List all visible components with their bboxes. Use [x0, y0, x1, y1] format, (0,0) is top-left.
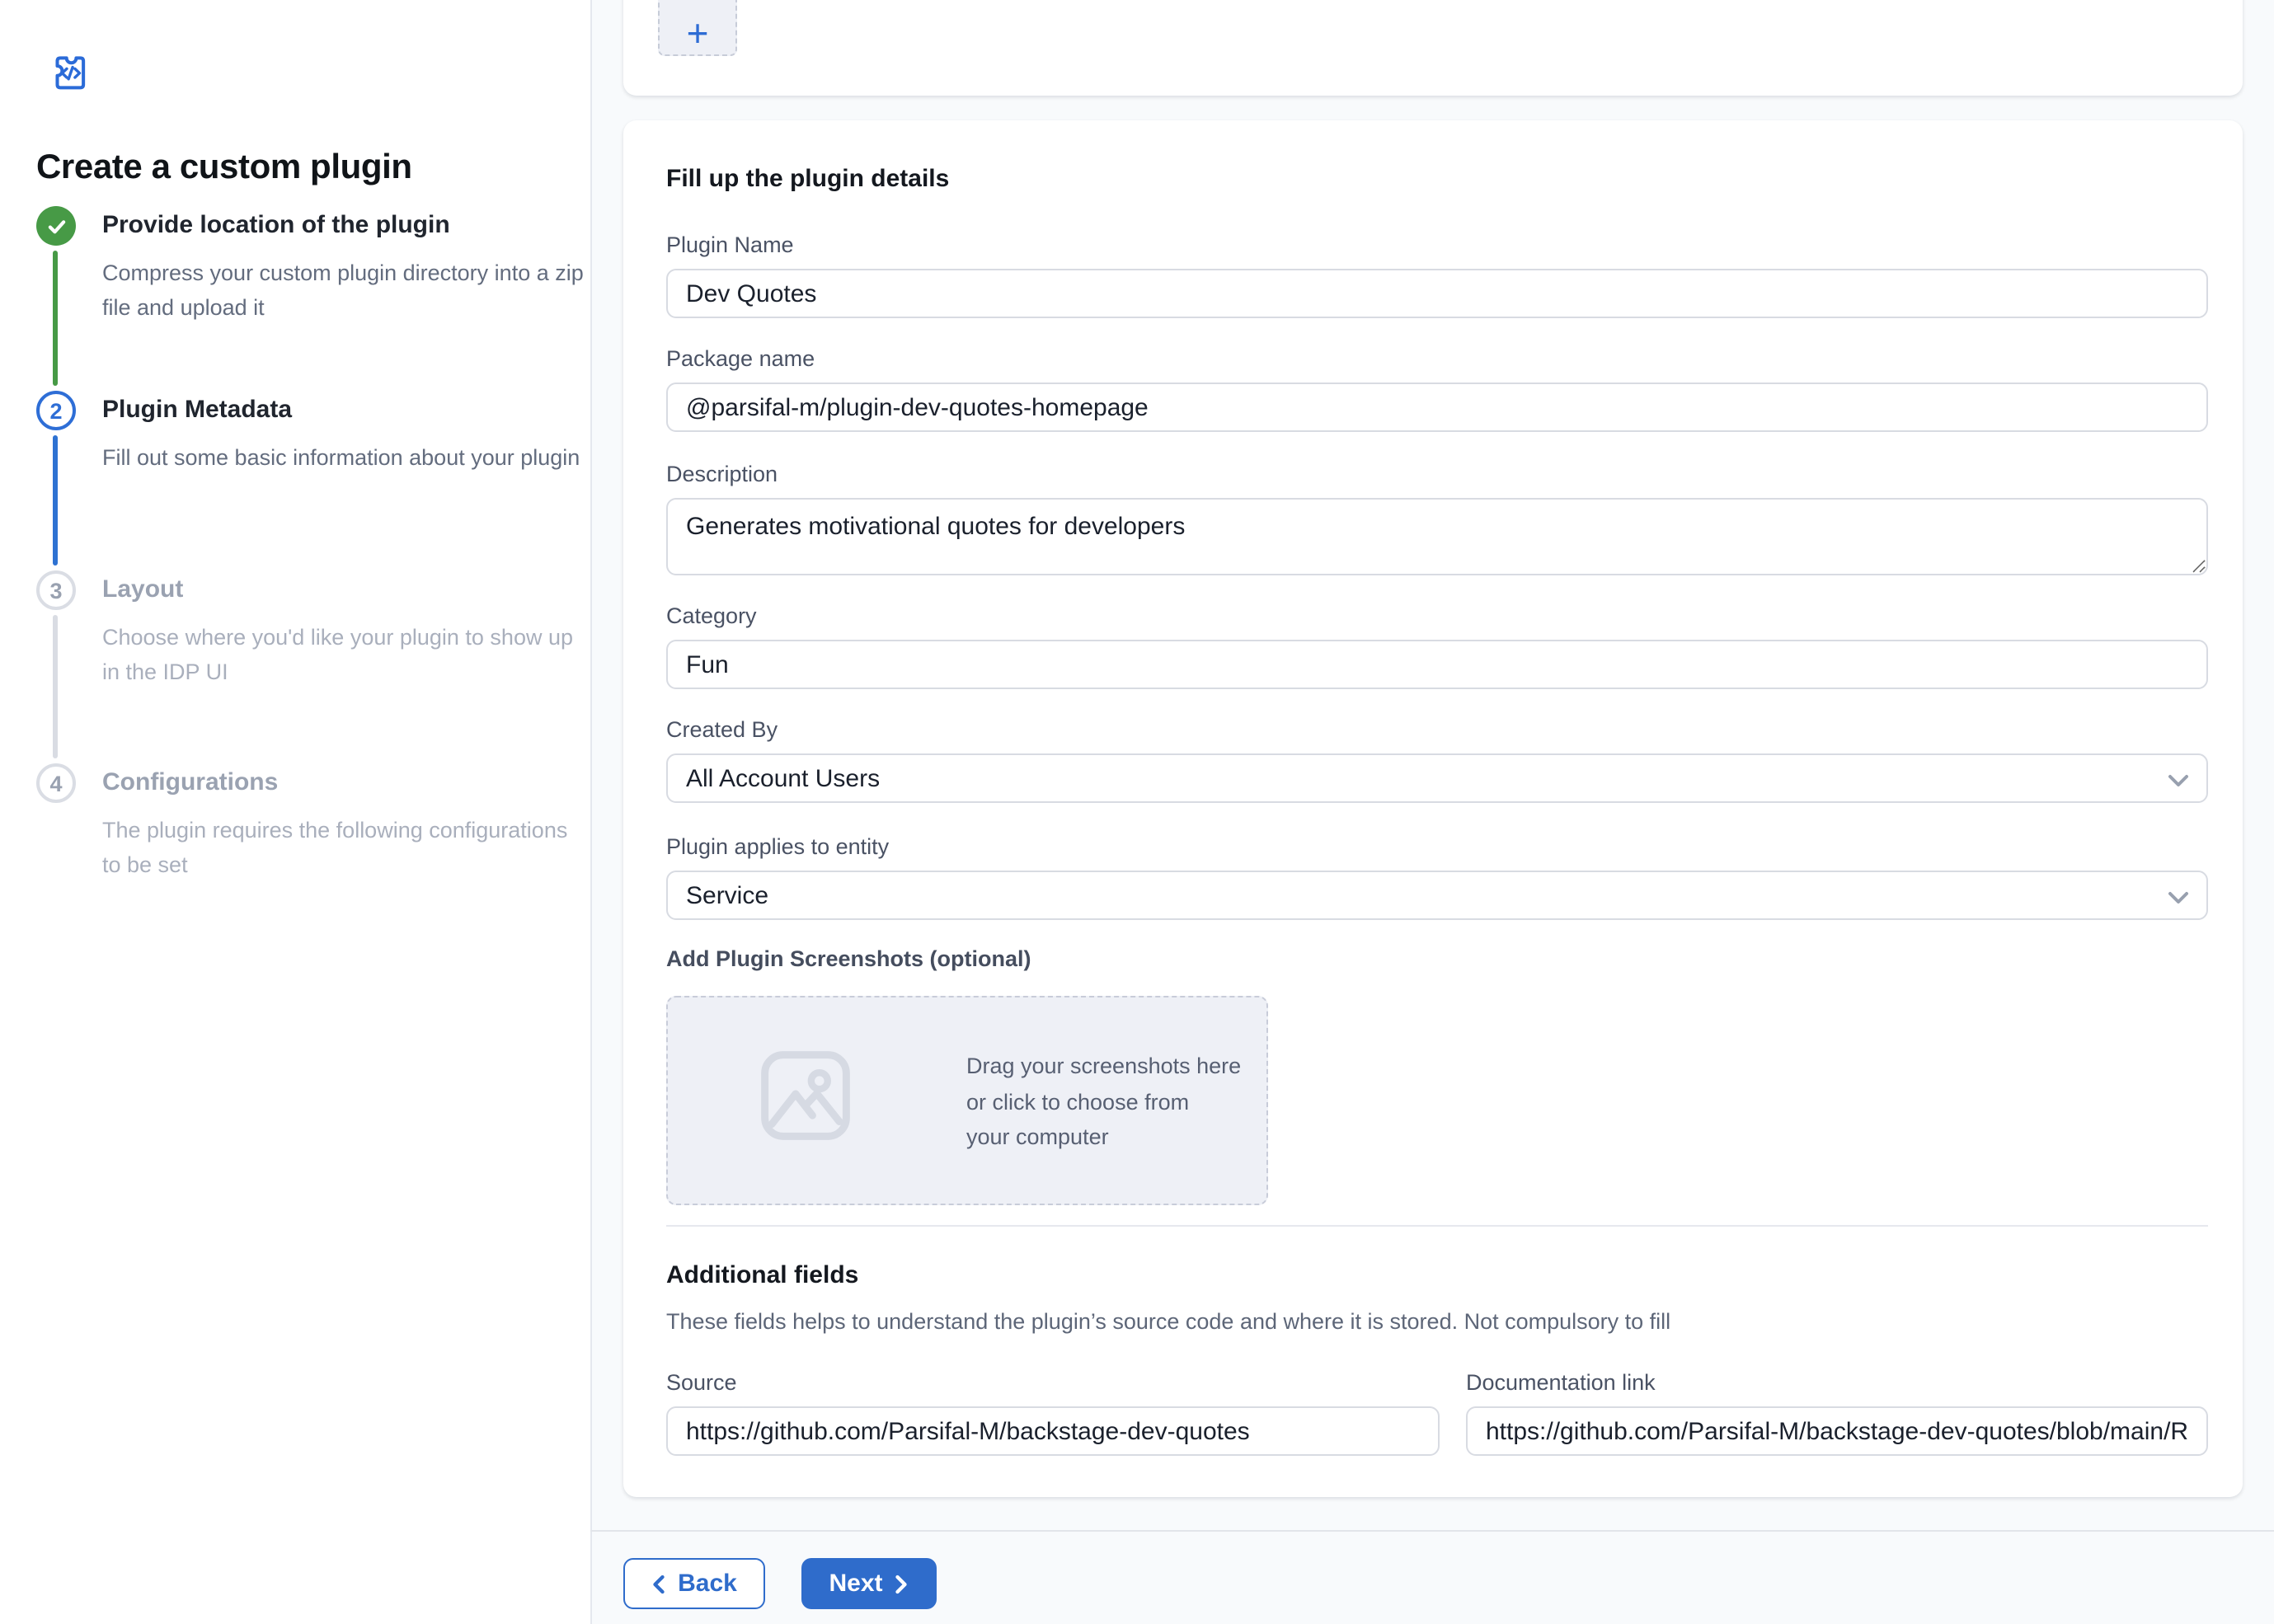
- source-label: Source: [666, 1370, 1440, 1396]
- created-by-select[interactable]: All Account Users: [666, 753, 2208, 803]
- section-divider: [666, 1225, 2208, 1227]
- created-by-field: Created By All Account Users: [666, 717, 2208, 803]
- step-2[interactable]: Plugin Metadata Fill out some basic info…: [102, 396, 590, 476]
- wizard-sidebar: Create a custom plugin Provide location …: [0, 0, 592, 1624]
- step-2-number: 2: [49, 398, 62, 423]
- dropzone-line-2: or click to choose from: [966, 1084, 1241, 1119]
- stepper-connector-upcoming: [53, 615, 57, 758]
- next-button[interactable]: Next: [801, 1558, 937, 1609]
- category-label: Category: [666, 603, 2208, 630]
- additional-fields-subtitle: These fields helps to understand the plu…: [666, 1307, 2208, 1335]
- check-icon: [44, 214, 68, 238]
- step-2-title: Plugin Metadata: [102, 396, 590, 425]
- back-button-label: Back: [678, 1570, 737, 1598]
- image-icon: [754, 1044, 857, 1148]
- plugin-name-input[interactable]: [666, 269, 2208, 318]
- back-button[interactable]: Back: [623, 1558, 765, 1609]
- chevron-left-icon: [651, 1572, 666, 1595]
- chevron-right-icon: [895, 1572, 909, 1595]
- package-name-field: Package name: [666, 346, 2208, 432]
- documentation-link-input[interactable]: [1466, 1406, 2208, 1456]
- dropzone-text: Drag your screenshots here or click to c…: [966, 1049, 1241, 1155]
- step-3-number: 3: [49, 578, 62, 603]
- created-by-label: Created By: [666, 717, 2208, 744]
- screenshots-label: Add Plugin Screenshots (optional): [666, 946, 2208, 973]
- step-4-indicator: 4: [36, 763, 76, 803]
- entity-label: Plugin applies to entity: [666, 834, 2208, 861]
- step-1-description: Compress your custom plugin directory in…: [102, 257, 590, 325]
- dropzone-line-1: Drag your screenshots here: [966, 1049, 1241, 1084]
- screenshot-dropzone[interactable]: Drag your screenshots here or click to c…: [666, 996, 1268, 1205]
- step-3-title: Layout: [102, 575, 590, 605]
- chevron-down-icon: [2167, 773, 2190, 788]
- page-title: Create a custom plugin: [36, 148, 564, 188]
- screenshots-field: Add Plugin Screenshots (optional): [666, 946, 2208, 983]
- step-2-description: Fill out some basic information about yo…: [102, 442, 590, 476]
- add-screenshot-tile[interactable]: +: [658, 0, 737, 56]
- chevron-down-icon: [2167, 890, 2190, 905]
- package-name-input[interactable]: [666, 383, 2208, 432]
- step-4[interactable]: Configurations The plugin requires the f…: [102, 768, 590, 882]
- form-heading: Fill up the plugin details: [666, 165, 949, 195]
- dropzone-line-3: your computer: [966, 1119, 1241, 1155]
- step-4-title: Configurations: [102, 768, 590, 798]
- documentation-link-field: Documentation link: [1466, 1370, 2208, 1456]
- created-by-value: All Account Users: [686, 764, 880, 792]
- stepper-connector-complete: [53, 251, 57, 386]
- plus-icon: +: [687, 12, 709, 54]
- footer-divider: [590, 1530, 2274, 1532]
- step-4-description: The plugin requires the following config…: [102, 814, 590, 882]
- step-3-indicator: 3: [36, 570, 76, 610]
- create-custom-plugin-page: Create a custom plugin Provide location …: [0, 0, 2274, 1624]
- upload-card: +: [623, 0, 2243, 96]
- category-input[interactable]: [666, 640, 2208, 689]
- step-4-number: 4: [49, 771, 62, 796]
- entity-value: Service: [686, 881, 768, 909]
- step-3-description: Choose where you'd like your plugin to s…: [102, 622, 590, 689]
- plugin-name-field: Plugin Name: [666, 232, 2208, 318]
- step-3[interactable]: Layout Choose where you'd like your plug…: [102, 575, 590, 689]
- step-2-indicator: 2: [36, 391, 76, 430]
- source-input[interactable]: [666, 1406, 1440, 1456]
- entity-select[interactable]: Service: [666, 871, 2208, 920]
- plugin-name-label: Plugin Name: [666, 232, 2208, 259]
- stepper-connector-active: [53, 435, 57, 566]
- category-field: Category: [666, 603, 2208, 689]
- package-name-label: Package name: [666, 346, 2208, 373]
- step-1-indicator: [36, 206, 76, 246]
- plugin-details-card: Fill up the plugin details Plugin Name P…: [623, 120, 2243, 1497]
- step-1[interactable]: Provide location of the plugin Compress …: [102, 211, 590, 325]
- step-1-title: Provide location of the plugin: [102, 211, 590, 241]
- description-field: Description Generates motivational quote…: [666, 462, 2208, 584]
- next-button-label: Next: [829, 1570, 882, 1598]
- description-label: Description: [666, 462, 2208, 488]
- description-textarea[interactable]: Generates motivational quotes for develo…: [666, 498, 2208, 575]
- entity-field: Plugin applies to entity Service: [666, 834, 2208, 920]
- plugin-puzzle-code-icon: [45, 48, 96, 99]
- source-field: Source: [666, 1370, 1440, 1456]
- documentation-link-label: Documentation link: [1466, 1370, 2208, 1396]
- additional-fields-heading: Additional fields: [666, 1261, 858, 1291]
